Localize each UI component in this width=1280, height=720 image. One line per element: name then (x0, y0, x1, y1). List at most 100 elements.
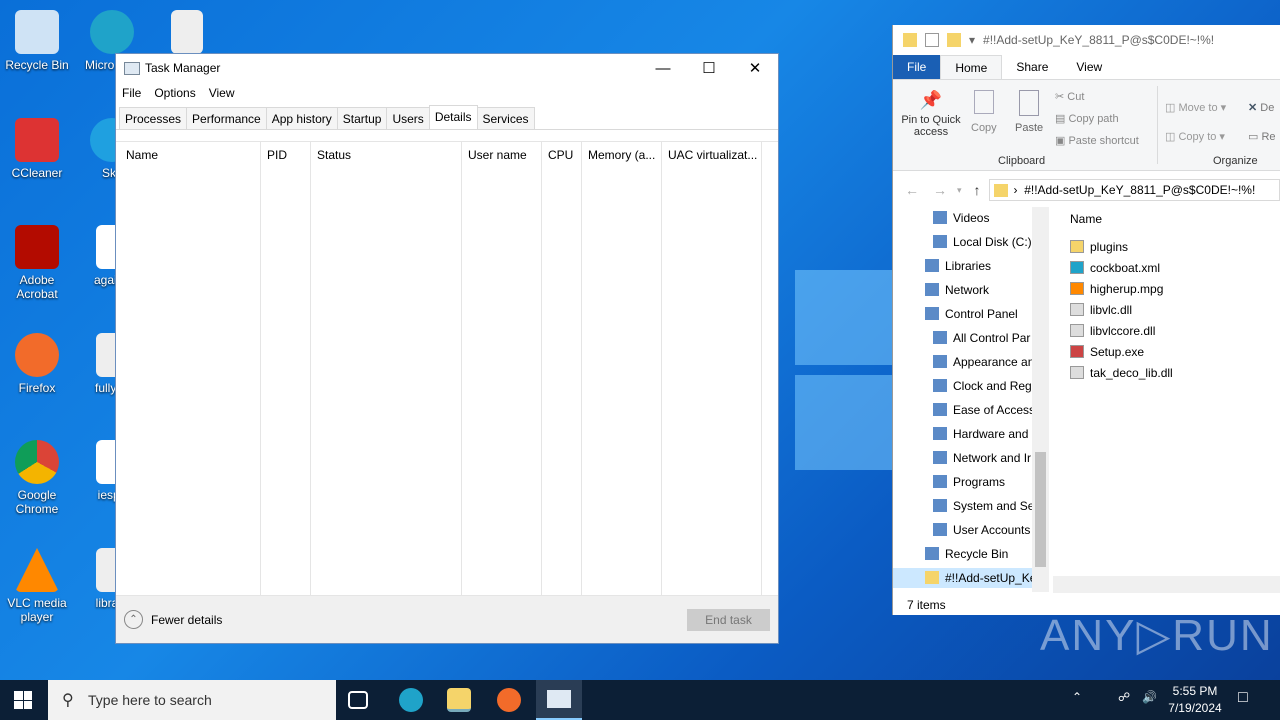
desktop-icon-recycle-bin[interactable]: Recycle Bin (1, 10, 73, 72)
desktop-icon-adobe-acrobat[interactable]: Adobe Acrobat (1, 225, 73, 301)
desktop-icon-image[interactable] (151, 10, 223, 58)
column-status[interactable]: Status (311, 142, 462, 597)
nav-item[interactable]: Hardware and (933, 427, 1028, 441)
nav-item[interactable]: Recycle Bin (925, 547, 1008, 561)
recent-locations-button[interactable]: ▾ (957, 185, 962, 196)
nav-item[interactable]: Appearance an (933, 355, 1034, 369)
copy-button[interactable]: Copy (971, 90, 997, 134)
nav-item[interactable]: User Accounts (933, 523, 1030, 537)
clock[interactable]: 5:55 PM 7/19/2024 (1165, 683, 1225, 717)
nav-item[interactable]: Network and Ir (933, 451, 1031, 465)
nav-item[interactable]: Network (925, 283, 989, 297)
volume-icon[interactable]: 🔊 (1142, 690, 1157, 704)
nav-item[interactable]: Clock and Regi (933, 379, 1034, 393)
file-item[interactable]: higherup.mpg (1070, 282, 1163, 296)
menu-options[interactable]: Options (154, 86, 195, 100)
forward-button[interactable]: → (933, 182, 947, 198)
column-name[interactable]: Name (116, 142, 261, 597)
menu-file[interactable]: File (122, 86, 141, 100)
nav-item[interactable]: Libraries (925, 259, 991, 273)
tab-performance[interactable]: Performance (186, 107, 267, 129)
file-explorer-window: ▾ #!!Add-setUp_KeY_8811_P@s$C0DE!~!%! Fi… (892, 25, 1280, 615)
end-task-button[interactable]: End task (687, 609, 770, 631)
file-item[interactable]: Setup.exe (1070, 345, 1144, 359)
nav-item-icon (925, 283, 939, 296)
tab-details[interactable]: Details (428, 105, 478, 129)
tab-users[interactable]: Users (386, 107, 430, 129)
start-button[interactable] (14, 691, 32, 709)
rename-button[interactable]: ▭ Re (1248, 123, 1276, 152)
window-title: Task Manager (145, 61, 221, 75)
column-user-name[interactable]: User name (462, 142, 542, 597)
file-item[interactable]: tak_deco_lib.dll (1070, 366, 1173, 380)
nav-item[interactable]: Programs (933, 475, 1005, 489)
file-icon (1070, 366, 1084, 379)
notifications-icon[interactable]: □ (1238, 689, 1248, 707)
paste-button[interactable]: Paste (1015, 90, 1043, 134)
fewer-details-button[interactable]: Fewer details (151, 613, 222, 627)
up-button[interactable]: ↑ (974, 182, 981, 198)
column-memory[interactable]: Memory (a... (582, 142, 662, 597)
properties-icon[interactable] (925, 33, 939, 47)
column-pid[interactable]: PID (261, 142, 311, 597)
desktop-icon-vlc[interactable]: VLC media player (1, 548, 73, 624)
firefox-taskbar-icon[interactable] (497, 688, 521, 712)
copy-path-button[interactable]: ▤ Copy path (1055, 108, 1139, 130)
delete-button[interactable]: ✕ De (1248, 94, 1276, 123)
paste-shortcut-button[interactable]: ▣ Paste shortcut (1055, 130, 1139, 152)
maximize-button[interactable]: ☐ (686, 54, 732, 82)
desktop-icon-ccleaner[interactable]: CCleaner (1, 118, 73, 180)
network-icon[interactable]: ☍ (1118, 690, 1130, 704)
task-manager-taskbar-icon[interactable] (536, 680, 582, 720)
nav-item[interactable]: System and Sec (933, 499, 1040, 513)
column-cpu[interactable]: CPU (542, 142, 582, 597)
file-item[interactable]: libvlccore.dll (1070, 324, 1155, 338)
file-explorer-taskbar-icon[interactable] (447, 688, 471, 712)
horizontal-scrollbar[interactable] (1053, 576, 1280, 593)
tab-app-history[interactable]: App history (265, 107, 338, 129)
tab-processes[interactable]: Processes (119, 107, 188, 129)
cut-button[interactable]: ✂ Cut (1055, 86, 1139, 108)
file-item[interactable]: plugins (1070, 240, 1128, 254)
file-item[interactable]: cockboat.xml (1070, 261, 1160, 275)
taskbar-search[interactable]: ⚲ Type here to search (48, 680, 336, 720)
column-uac[interactable]: UAC virtualizat... (662, 142, 762, 597)
back-button[interactable]: ← (905, 182, 919, 198)
desktop-icon-chrome[interactable]: Google Chrome (1, 440, 73, 516)
tab-startup[interactable]: Startup (336, 107, 388, 129)
ribbon-tab-share[interactable]: Share (1002, 55, 1062, 79)
nav-item-icon (933, 331, 947, 344)
menu-view[interactable]: View (209, 86, 235, 100)
ribbon-tab-file[interactable]: File (893, 55, 941, 79)
nav-item[interactable]: #!!Add-setUp_Ke (893, 568, 1036, 588)
edge-taskbar-icon[interactable] (399, 688, 423, 712)
desktop-icon-firefox[interactable]: Firefox (1, 333, 73, 395)
minimize-button[interactable]: — (640, 54, 686, 82)
nav-item-icon (933, 355, 947, 368)
nav-item[interactable]: Videos (933, 211, 989, 225)
nav-item[interactable]: Ease of Access (933, 403, 1035, 417)
show-hidden-icons[interactable]: ⌃ (1072, 690, 1082, 704)
tab-services[interactable]: Services (476, 107, 535, 129)
file-item[interactable]: libvlc.dll (1070, 303, 1132, 317)
chevron-down-icon[interactable]: ▾ (969, 33, 975, 47)
column-header-name[interactable]: Name (1070, 212, 1102, 226)
nav-item-icon (925, 259, 939, 272)
address-bar[interactable]: › #!!Add-setUp_KeY_8811_P@s$C0DE!~!%! (988, 179, 1280, 201)
nav-item-icon (925, 571, 939, 584)
chevron-up-icon[interactable]: ⌃ (124, 610, 143, 629)
ribbon-tab-home[interactable]: Home (940, 55, 1003, 79)
move-to-button[interactable]: ◫ Move to ▾ (1165, 94, 1226, 123)
nav-item[interactable]: Control Panel (925, 307, 1018, 321)
task-view-icon[interactable] (348, 691, 368, 709)
close-button[interactable]: ✕ (732, 54, 778, 82)
copy-to-button[interactable]: ◫ Copy to ▾ (1165, 123, 1226, 152)
nav-item[interactable]: Local Disk (C:) (933, 235, 1032, 249)
nav-item[interactable]: All Control Par (933, 331, 1030, 345)
ribbon-tab-view[interactable]: View (1062, 55, 1116, 79)
nav-scrollbar[interactable] (1032, 207, 1049, 592)
pin-to-quick-access-button[interactable]: 📌 Pin to Quick access (899, 90, 963, 138)
details-table: Name PID Status User name CPU Memory (a.… (116, 141, 778, 597)
new-folder-icon[interactable] (947, 33, 961, 47)
status-bar-item-count: 7 items (907, 598, 946, 612)
